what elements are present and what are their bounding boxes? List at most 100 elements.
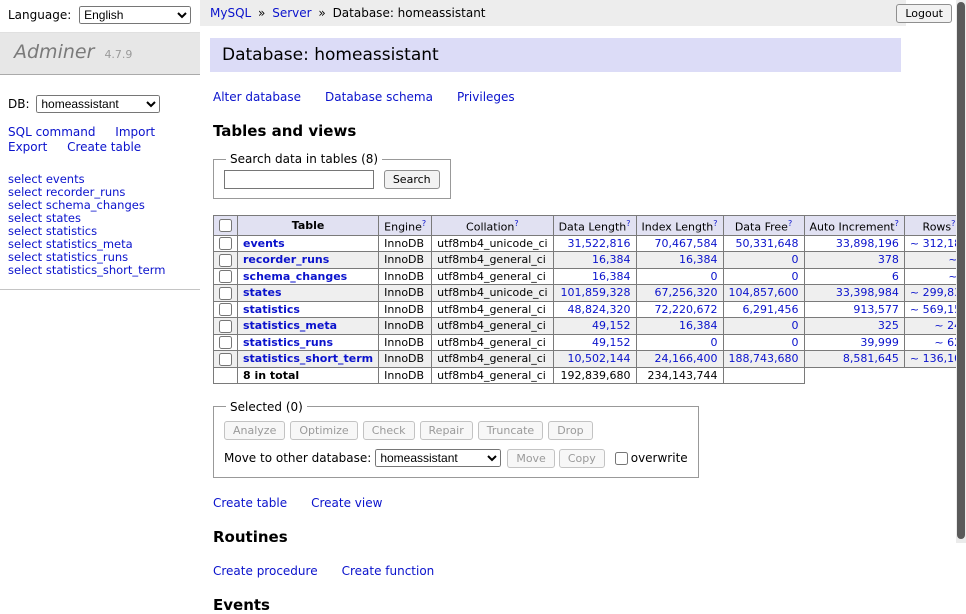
truncate-button[interactable]: Truncate <box>478 421 543 440</box>
action-database-schema[interactable]: Database schema <box>325 90 433 104</box>
data-free-cell: 0 <box>723 318 804 335</box>
table-name-link[interactable]: events <box>243 237 285 250</box>
scrollbar[interactable] <box>956 0 966 543</box>
data-free-cell: 0 <box>723 252 804 269</box>
overwrite-checkbox[interactable] <box>615 452 628 465</box>
column-help-link[interactable]: ? <box>951 219 955 228</box>
index-length-link[interactable]: 0 <box>711 336 718 349</box>
sql-command-link[interactable]: SQL command <box>8 125 95 139</box>
data-free-link[interactable]: 0 <box>792 253 799 266</box>
move-db-select[interactable]: homeassistant <box>375 449 501 467</box>
auto-increment-link[interactable]: 913,577 <box>853 303 899 316</box>
tables-heading: Tables and views <box>213 122 966 140</box>
index-length-link[interactable]: 16,384 <box>679 319 718 332</box>
table-name-cell: statistics_runs <box>238 334 379 351</box>
adminer-logo-link[interactable]: Adminer <box>14 41 94 63</box>
scrollbar-thumb[interactable] <box>957 2 965 539</box>
action-alter-database[interactable]: Alter database <box>213 90 301 104</box>
index-length-link[interactable]: 70,467,584 <box>655 237 718 250</box>
import-link[interactable]: Import <box>115 125 155 139</box>
total-index-length-cell: 234,143,744 <box>636 367 723 383</box>
drop-button[interactable]: Drop <box>548 421 592 440</box>
table-name-link[interactable]: statistics_runs <box>243 336 333 349</box>
data-length-link[interactable]: 16,384 <box>592 270 631 283</box>
row-checkbox[interactable] <box>219 353 232 366</box>
export-link[interactable]: Export <box>8 140 47 154</box>
data-free-link[interactable]: 0 <box>792 319 799 332</box>
row-checkbox[interactable] <box>219 303 232 316</box>
data-length-link[interactable]: 101,859,328 <box>561 286 631 299</box>
index-length-cell: 72,220,672 <box>636 301 723 318</box>
db-select[interactable]: homeassistant <box>36 95 160 113</box>
table-name-cell: statistics_short_term <box>238 351 379 368</box>
index-length-link[interactable]: 67,256,320 <box>655 286 718 299</box>
data-free-link[interactable]: 50,331,648 <box>736 237 799 250</box>
auto-increment-link[interactable]: 6 <box>892 270 899 283</box>
column-help-link[interactable]: ? <box>713 219 717 228</box>
routines-create-function[interactable]: Create function <box>342 564 435 578</box>
search-button[interactable]: Search <box>384 170 440 189</box>
create-table-link[interactable]: Create table <box>67 140 141 154</box>
move-button[interactable]: Move <box>507 449 555 468</box>
logout-button[interactable]: Logout <box>896 4 952 23</box>
total-engine-cell: InnoDB <box>379 367 432 383</box>
index-length-link[interactable]: 72,220,672 <box>655 303 718 316</box>
data-free-link[interactable]: 104,857,600 <box>729 286 799 299</box>
data-length-link[interactable]: 31,522,816 <box>568 237 631 250</box>
data-length-link[interactable]: 49,152 <box>592 336 631 349</box>
column-help-link[interactable]: ? <box>788 219 792 228</box>
auto-increment-link[interactable]: 33,898,196 <box>836 237 899 250</box>
row-checkbox[interactable] <box>219 237 232 250</box>
row-checkbox[interactable] <box>219 254 232 267</box>
repair-button[interactable]: Repair <box>420 421 473 440</box>
breadcrumb-separator: » <box>258 6 265 20</box>
auto-increment-link[interactable]: 378 <box>878 253 899 266</box>
bottom-create-view[interactable]: Create view <box>311 496 382 510</box>
table-name-link[interactable]: statistics_meta <box>243 319 337 332</box>
table-name-link[interactable]: statistics_short_term <box>243 352 373 365</box>
data-free-link[interactable]: 0 <box>792 270 799 283</box>
row-checkbox[interactable] <box>219 270 232 283</box>
column-header-index_length: Index Length? <box>636 216 723 236</box>
search-input[interactable] <box>224 170 374 189</box>
data-length-link[interactable]: 10,502,144 <box>568 352 631 365</box>
table-name-link[interactable]: recorder_runs <box>243 253 329 266</box>
auto-increment-link[interactable]: 33,398,984 <box>836 286 899 299</box>
select-all-checkbox[interactable] <box>219 219 232 232</box>
index-length-link[interactable]: 0 <box>711 270 718 283</box>
data-free-link[interactable]: 188,743,680 <box>729 352 799 365</box>
action-privileges[interactable]: Privileges <box>457 90 515 104</box>
sidebar-select-statistics-short-term[interactable]: select statistics_short_term <box>8 264 192 277</box>
table-name-link[interactable]: schema_changes <box>243 270 347 283</box>
data-free-link[interactable]: 0 <box>792 336 799 349</box>
data-length-link[interactable]: 48,824,320 <box>568 303 631 316</box>
routines-create-procedure[interactable]: Create procedure <box>213 564 318 578</box>
column-help-link[interactable]: ? <box>422 219 426 228</box>
auto-increment-link[interactable]: 39,999 <box>860 336 899 349</box>
row-checkbox[interactable] <box>219 287 232 300</box>
table-row: recorder_runsInnoDButf8mb4_general_ci16,… <box>214 252 966 269</box>
auto-increment-link[interactable]: 8,581,645 <box>843 352 899 365</box>
row-checkbox[interactable] <box>219 336 232 349</box>
data-free-link[interactable]: 6,291,456 <box>743 303 799 316</box>
language-select[interactable]: English <box>79 6 191 24</box>
breadcrumb-mysql-link[interactable]: MySQL <box>210 6 251 20</box>
row-checkbox[interactable] <box>219 320 232 333</box>
index-length-link[interactable]: 16,384 <box>679 253 718 266</box>
auto-increment-link[interactable]: 325 <box>878 319 899 332</box>
table-name-link[interactable]: states <box>243 286 282 299</box>
auto-increment-cell: 33,398,984 <box>804 285 904 302</box>
column-help-link[interactable]: ? <box>514 219 518 228</box>
data-length-link[interactable]: 49,152 <box>592 319 631 332</box>
column-help-link[interactable]: ? <box>895 219 899 228</box>
column-help-link[interactable]: ? <box>626 219 630 228</box>
index-length-link[interactable]: 24,166,400 <box>655 352 718 365</box>
bottom-create-table[interactable]: Create table <box>213 496 287 510</box>
optimize-button[interactable]: Optimize <box>290 421 357 440</box>
check-button[interactable]: Check <box>363 421 415 440</box>
data-length-link[interactable]: 16,384 <box>592 253 631 266</box>
analyze-button[interactable]: Analyze <box>224 421 285 440</box>
breadcrumb-server-link[interactable]: Server <box>272 6 311 20</box>
copy-button[interactable]: Copy <box>559 449 605 468</box>
table-name-link[interactable]: statistics <box>243 303 300 316</box>
